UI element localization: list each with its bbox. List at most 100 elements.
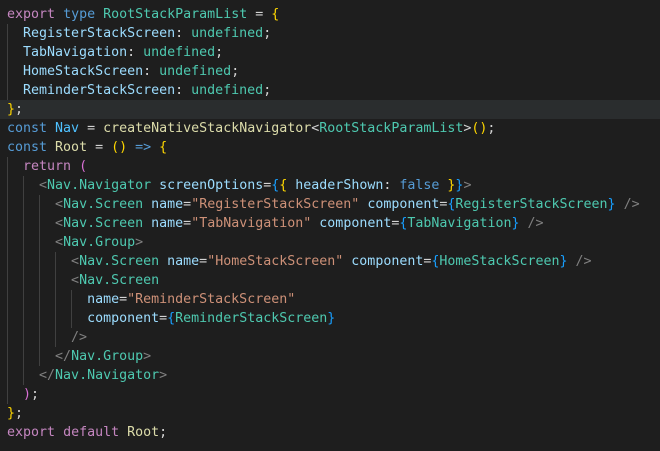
code-token: HomeStackScreen [23, 64, 144, 79]
indent-guide [23, 214, 24, 233]
indent-guide [7, 271, 8, 290]
code-line[interactable]: const Root = () => { [0, 138, 660, 157]
code-token: /> [575, 254, 592, 269]
code-token: RootStackParamList [103, 7, 248, 22]
code-token: } [327, 311, 336, 326]
code-token: TabNavigation [23, 45, 128, 60]
indent-guide [7, 176, 8, 195]
indent-guide [7, 43, 8, 62]
code-editor[interactable]: export type RootStackParamList = { Regis… [0, 0, 660, 451]
code-line[interactable]: <Nav.Screen name="RegisterStackScreen" c… [0, 195, 660, 214]
code-token: RootStackParamList [319, 121, 464, 136]
code-token: undefined [191, 83, 264, 98]
code-line[interactable]: /> [0, 328, 660, 347]
code-token: > [135, 235, 144, 250]
code-line[interactable]: export type RootStackParamList = { [0, 5, 660, 24]
indent-guide [7, 214, 8, 233]
code-token: /> [71, 330, 88, 345]
indent-guide [23, 195, 24, 214]
indent-guide [23, 309, 24, 328]
indent-guide [7, 309, 8, 328]
indent-guide [39, 252, 40, 271]
code-token: => [135, 140, 152, 155]
code-line[interactable]: }; [0, 404, 660, 423]
code-token: < [71, 254, 80, 269]
code-line[interactable]: <Nav.Screen name="HomeStackScreen" compo… [0, 252, 660, 271]
code-line[interactable]: return ( [0, 157, 660, 176]
code-token: name [167, 254, 200, 269]
code-token: ( [79, 159, 88, 174]
code-line[interactable]: export default Root; [0, 423, 660, 442]
indent-guide [7, 328, 8, 347]
code-line[interactable]: ReminderStackScreen: undefined; [0, 81, 660, 100]
code-token: type [63, 7, 96, 22]
indent-guide [7, 24, 8, 43]
code-token: ; [487, 121, 496, 136]
code-token: ; [263, 83, 272, 98]
code-token: Nav.Navigator [47, 178, 152, 193]
indent-guide [7, 385, 8, 404]
indent-guide [7, 290, 8, 309]
code-token: Nav.Navigator [55, 368, 160, 383]
code-token: ) [23, 387, 32, 402]
code-token: = [159, 311, 168, 326]
code-line[interactable]: <Nav.Screen name="TabNavigation" compone… [0, 214, 660, 233]
indent-guide [39, 309, 40, 328]
code-line[interactable]: <Nav.Navigator screenOptions={{ headerSh… [0, 176, 660, 195]
code-token: > [143, 349, 152, 364]
code-token: name [151, 216, 184, 231]
code-token: export [7, 425, 56, 440]
code-token: = [247, 7, 272, 22]
code-line[interactable]: ); [0, 385, 660, 404]
code-token: < [55, 216, 64, 231]
code-token: Root [127, 425, 160, 440]
code-line[interactable]: component={ReminderStackScreen} [0, 309, 660, 328]
indent-guide [39, 328, 40, 347]
code-token: headerShown [295, 178, 384, 193]
code-token: = [199, 254, 208, 269]
code-line[interactable]: <Nav.Group> [0, 233, 660, 252]
code-token: component [87, 311, 160, 326]
code-token: "ReminderStackScreen" [127, 292, 296, 307]
code-token: ; [15, 406, 24, 421]
indent-guide [23, 252, 24, 271]
code-token: { [159, 140, 168, 155]
code-token: : [175, 26, 192, 41]
indent-guide [39, 271, 40, 290]
code-line[interactable]: </Nav.Navigator> [0, 366, 660, 385]
code-token: createNativeStackNavigator [103, 121, 312, 136]
code-line[interactable]: RegisterStackScreen: undefined; [0, 24, 660, 43]
code-line[interactable]: const Nav = createNativeStackNavigator<R… [0, 119, 660, 138]
code-token: : [143, 64, 160, 79]
code-token: const [7, 140, 48, 155]
code-line[interactable]: name="ReminderStackScreen" [0, 290, 660, 309]
indent-guide [23, 233, 24, 252]
indent-guide [7, 252, 8, 271]
indent-guide [23, 366, 24, 385]
code-token: /> [623, 197, 640, 212]
code-token: = [183, 197, 192, 212]
indent-guide [7, 157, 8, 176]
code-line[interactable]: }; [0, 100, 660, 119]
code-line[interactable]: </Nav.Group> [0, 347, 660, 366]
indent-guide [71, 290, 72, 309]
code-line[interactable]: <Nav.Screen [0, 271, 660, 290]
code-token: TabNavigation [407, 216, 512, 231]
indent-guide [39, 214, 40, 233]
code-line[interactable]: TabNavigation: undefined; [0, 43, 660, 62]
code-line[interactable]: HomeStackScreen: undefined; [0, 62, 660, 81]
